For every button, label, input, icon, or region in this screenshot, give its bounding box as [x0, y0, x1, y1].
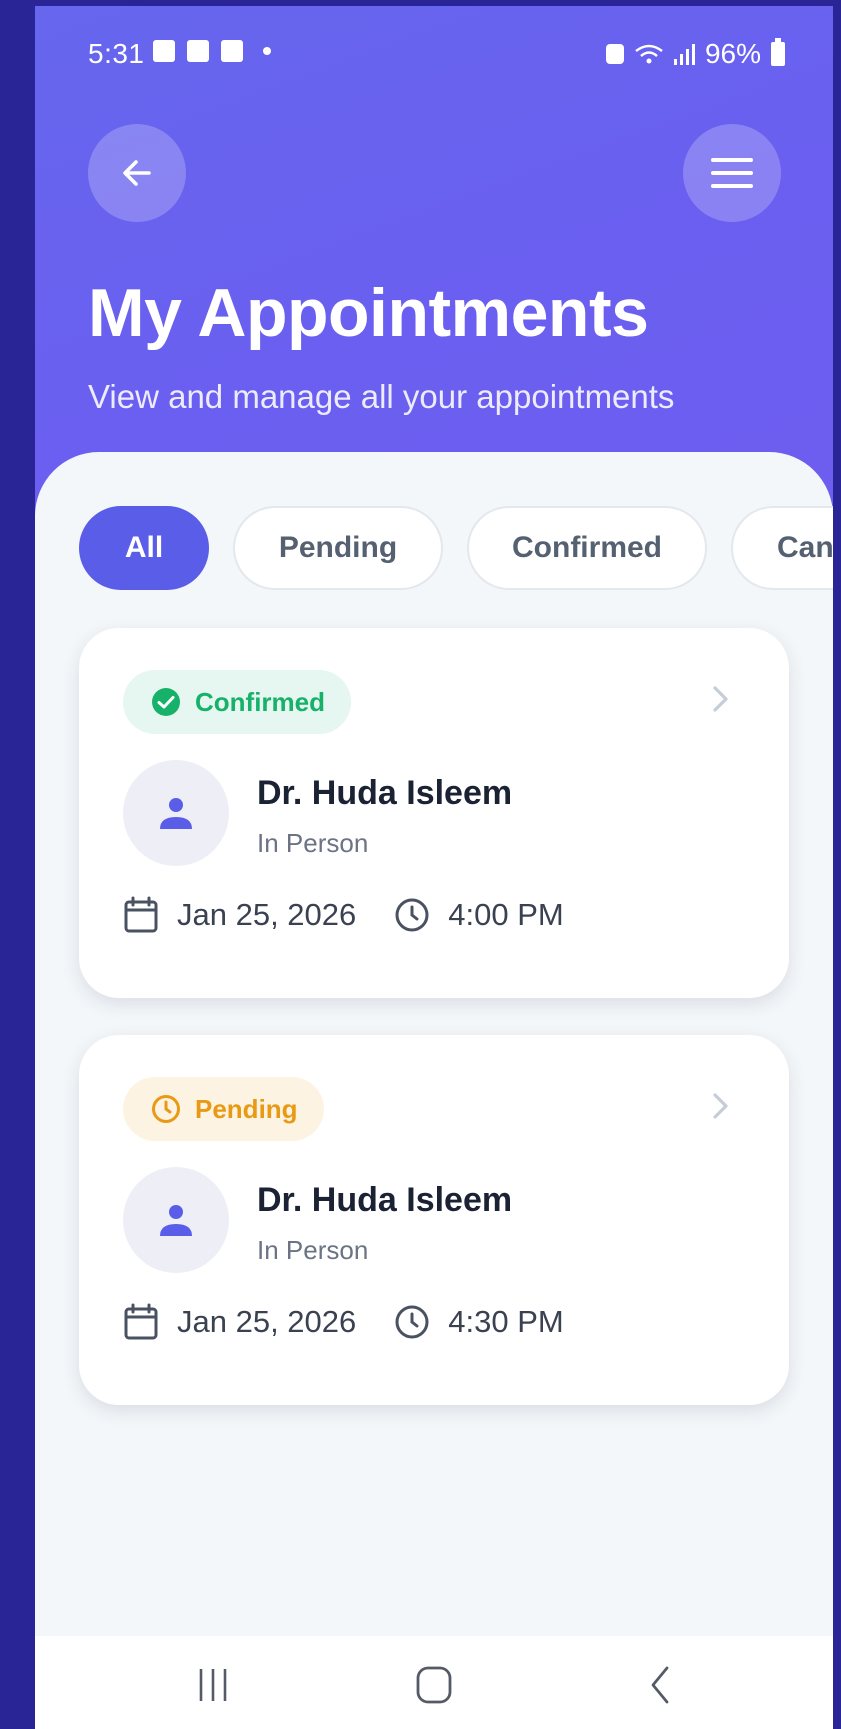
- calendar-icon: [123, 896, 159, 934]
- lock-icon: [605, 44, 624, 64]
- page-subtitle: View and manage all your appointments: [88, 378, 675, 415]
- status-label: Confirmed: [195, 686, 325, 717]
- filter-confirmed[interactable]: Confirmed: [467, 506, 707, 590]
- appointment-card[interactable]: Pending Dr. Huda Isleem In Person Jan 25…: [79, 1035, 789, 1405]
- status-right: 96%: [605, 38, 785, 70]
- hamburger-menu-icon: [711, 158, 753, 188]
- header: 5:31 96% My Appointments View and manage…: [35, 6, 833, 526]
- filter-all[interactable]: All: [79, 506, 209, 590]
- checkbox-icon: [221, 40, 243, 62]
- filter-pending[interactable]: Pending: [233, 506, 443, 590]
- calendar-icon: [123, 1303, 159, 1341]
- avatar: [123, 1167, 229, 1273]
- battery-icon: [771, 38, 785, 66]
- appointment-datetime: Jan 25, 2026 4:00 PM: [123, 896, 564, 934]
- wifi-icon: [635, 44, 663, 64]
- more-notifications-icon: [263, 47, 271, 55]
- appointment-type: In Person: [257, 1235, 369, 1265]
- arrow-left-icon: [123, 160, 151, 186]
- system-nav-bar: [35, 1636, 833, 1729]
- clock-icon: [394, 897, 430, 933]
- doctor-name: Dr. Huda Isleem: [257, 1181, 513, 1219]
- back-nav-icon: [651, 1666, 669, 1704]
- person-icon: [160, 1205, 192, 1236]
- clock-icon: [152, 1095, 180, 1123]
- appointment-date: Jan 25, 2026: [177, 897, 357, 932]
- appointment-date: Jan 25, 2026: [177, 1304, 357, 1339]
- clock-icon: [394, 1304, 430, 1340]
- recent-apps-button[interactable]: [173, 1660, 253, 1710]
- doctor-name: Dr. Huda Isleem: [257, 774, 513, 812]
- status-label: Pending: [195, 1093, 298, 1124]
- appointment-time: 4:30 PM: [448, 1304, 564, 1339]
- avatar: [123, 760, 229, 866]
- back-button[interactable]: [88, 124, 186, 222]
- filter-tabs: All Pending Confirmed Canc: [79, 506, 833, 590]
- appointment-type: In Person: [257, 828, 369, 858]
- appointment-time: 4:00 PM: [448, 897, 564, 932]
- status-badge: Pending: [123, 1077, 324, 1141]
- check-circle-icon: [152, 688, 180, 716]
- app-notification-icon: [187, 40, 209, 62]
- status-bar: 5:31 96%: [35, 6, 833, 106]
- filter-cancelled[interactable]: Canc: [731, 506, 833, 590]
- person-icon: [160, 798, 192, 829]
- home-icon: [416, 1666, 452, 1704]
- signal-icon: [673, 43, 695, 65]
- appointment-card[interactable]: Confirmed Dr. Huda Isleem In Person Jan …: [79, 628, 789, 998]
- status-badge: Confirmed: [123, 670, 351, 734]
- status-time: 5:31: [88, 38, 145, 69]
- gallery-icon: [153, 40, 175, 62]
- battery-percent: 96%: [704, 38, 761, 69]
- page-title: My Appointments: [88, 275, 649, 351]
- chevron-right-icon: [713, 1093, 728, 1119]
- menu-button[interactable]: [683, 124, 781, 222]
- recent-apps-icon: [199, 1669, 227, 1701]
- home-button[interactable]: [394, 1660, 474, 1710]
- chevron-right-icon: [713, 686, 728, 712]
- back-nav-button[interactable]: [620, 1660, 700, 1710]
- notification-icons: [153, 40, 271, 62]
- appointment-datetime: Jan 25, 2026 4:30 PM: [123, 1303, 564, 1341]
- phone-screen: 5:31 96% My Appointments View and manage…: [35, 6, 833, 1729]
